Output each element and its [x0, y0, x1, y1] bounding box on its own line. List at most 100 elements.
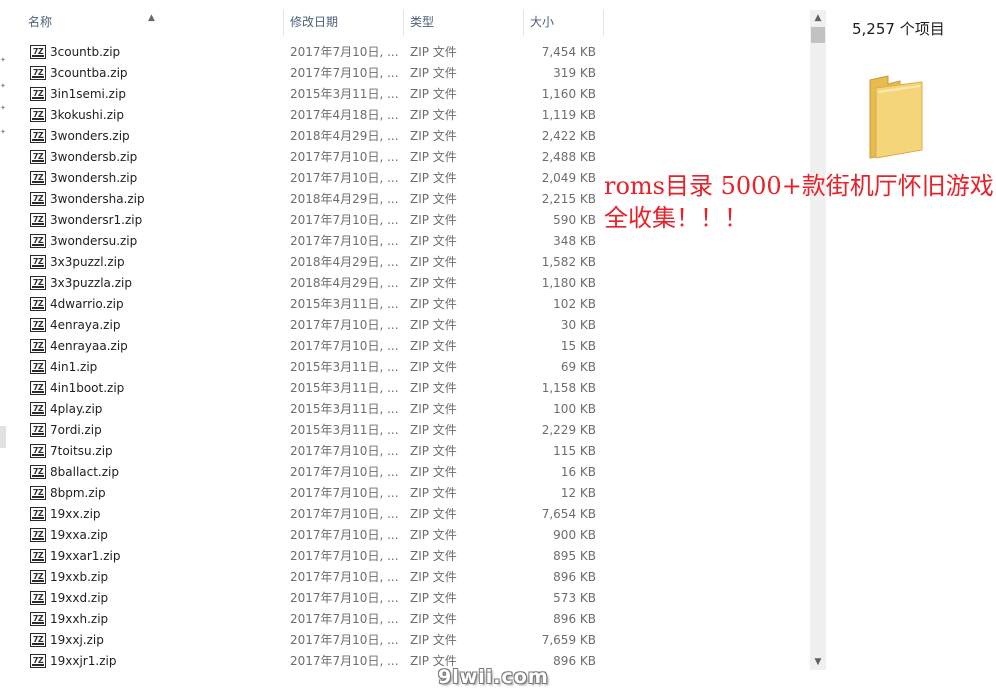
column-header-name[interactable]: 名称 ▲ [10, 9, 284, 36]
file-type: ZIP 文件 [410, 507, 457, 521]
scrollbar-thumb[interactable] [811, 27, 825, 43]
7zip-archive-icon: 7Z [30, 171, 46, 185]
file-size: 2,229 KB [541, 423, 596, 437]
file-row[interactable]: 7Z 3kokushi.zip 2017年4月18日, ... ZIP 文件 1,119… [10, 105, 810, 126]
file-type: ZIP 文件 [410, 192, 457, 206]
file-modified-date: 2017年7月10日, ... [290, 507, 399, 521]
pin-icon[interactable]: ✦ [0, 82, 6, 90]
column-header-name-label: 名称 [28, 15, 53, 29]
scroll-up-arrow-icon[interactable]: ▲ [810, 10, 826, 26]
7zip-archive-icon: 7Z [30, 423, 46, 437]
scroll-down-arrow-icon[interactable]: ▼ [810, 654, 826, 670]
file-row[interactable]: 7Z 19xx.zip 2017年7月10日, ... ZIP 文件 7,654 KB [10, 504, 810, 525]
file-name: 19xxd.zip [50, 591, 109, 605]
column-header-date[interactable]: 修改日期 [284, 9, 404, 36]
file-row[interactable]: 7Z 19xxar1.zip 2017年7月10日, ... ZIP 文件 895 KB [10, 546, 810, 567]
file-name: 3wondersr1.zip [50, 213, 143, 227]
7zip-archive-icon: 7Z [30, 318, 46, 332]
column-header-size[interactable]: 大小 [524, 9, 604, 36]
file-type: ZIP 文件 [410, 234, 457, 248]
7zip-archive-icon: 7Z [30, 381, 46, 395]
file-row[interactable]: 7Z 3x3puzzl.zip 2018年4月29日, ... ZIP 文件 1,582… [10, 252, 810, 273]
file-list-scrollbar[interactable]: ▲ ▼ [810, 10, 826, 670]
file-row[interactable]: 7Z 4enrayaa.zip 2017年7月10日, ... ZIP 文件 15 KB [10, 336, 810, 357]
file-row[interactable]: 7Z 3countb.zip 2017年7月10日, ... ZIP 文件 7,454 … [10, 42, 810, 63]
file-row[interactable]: 7Z 19xxh.zip 2017年7月10日, ... ZIP 文件 896 KB [10, 609, 810, 630]
file-row[interactable]: 7Z 7toitsu.zip 2017年7月10日, ... ZIP 文件 115 KB [10, 441, 810, 462]
folder-front-shape [875, 81, 923, 159]
file-size: 2,049 KB [541, 171, 596, 185]
file-name: 19xxjr1.zip [50, 654, 117, 668]
file-name: 3wondersha.zip [50, 192, 145, 206]
file-row[interactable]: 7Z 19xxa.zip 2017年7月10日, ... ZIP 文件 900 KB [10, 525, 810, 546]
file-size: 100 KB [553, 402, 596, 416]
file-type: ZIP 文件 [410, 633, 457, 647]
file-row[interactable]: 7Z 4play.zip 2015年3月11日, ... ZIP 文件 100 KB [10, 399, 810, 420]
file-modified-date: 2017年7月10日, ... [290, 66, 399, 80]
file-modified-date: 2018年4月29日, ... [290, 255, 399, 269]
file-type: ZIP 文件 [410, 465, 457, 479]
file-modified-date: 2017年7月10日, ... [290, 444, 399, 458]
navigation-scroll-thumb[interactable] [0, 426, 6, 448]
7zip-archive-icon: 7Z [30, 654, 46, 668]
file-name: 3x3puzzl.zip [50, 255, 125, 269]
7zip-archive-icon: 7Z [30, 255, 46, 269]
file-size: 1,582 KB [541, 255, 596, 269]
file-type: ZIP 文件 [410, 45, 457, 59]
file-modified-date: 2017年7月10日, ... [290, 234, 399, 248]
file-row[interactable]: 7Z 8ballact.zip 2017年7月10日, ... ZIP 文件 16 KB [10, 462, 810, 483]
file-row[interactable]: 7Z 4in1.zip 2015年3月11日, ... ZIP 文件 69 KB [10, 357, 810, 378]
file-name: 3wondersu.zip [50, 234, 138, 248]
7zip-archive-icon: 7Z [30, 465, 46, 479]
file-size: 30 KB [560, 318, 596, 332]
file-row[interactable]: 7Z 8bpm.zip 2017年7月10日, ... ZIP 文件 12 KB [10, 483, 810, 504]
file-row[interactable]: 7Z 19xxj.zip 2017年7月10日, ... ZIP 文件 7,659 KB [10, 630, 810, 651]
file-row[interactable]: 7Z 4enraya.zip 2017年7月10日, ... ZIP 文件 30 KB [10, 315, 810, 336]
file-type: ZIP 文件 [410, 528, 457, 542]
7zip-archive-icon: 7Z [30, 87, 46, 101]
file-type: ZIP 文件 [410, 612, 457, 626]
file-size: 115 KB [553, 444, 596, 458]
column-header-type[interactable]: 类型 [404, 9, 524, 36]
file-modified-date: 2017年7月10日, ... [290, 339, 399, 353]
7zip-archive-icon: 7Z [30, 402, 46, 416]
file-row[interactable]: 7Z 3wonders.zip 2018年4月29日, ... ZIP 文件 2,422… [10, 126, 810, 147]
file-size: 7,659 KB [541, 633, 596, 647]
file-modified-date: 2015年3月11日, ... [290, 87, 399, 101]
file-row[interactable]: 7Z 19xxd.zip 2017年7月10日, ... ZIP 文件 573 KB [10, 588, 810, 609]
file-row[interactable]: 7Z 4in1boot.zip 2015年3月11日, ... ZIP 文件 1,158… [10, 378, 810, 399]
file-row[interactable]: 7Z 3countba.zip 2017年7月10日, ... ZIP 文件 319 K… [10, 63, 810, 84]
file-type: ZIP 文件 [410, 360, 457, 374]
file-row[interactable]: 7Z 3wondersu.zip 2017年7月10日, ... ZIP 文件 348 … [10, 231, 810, 252]
7zip-archive-icon: 7Z [30, 633, 46, 647]
file-modified-date: 2018年4月29日, ... [290, 129, 399, 143]
file-size: 15 KB [560, 339, 596, 353]
file-type: ZIP 文件 [410, 339, 457, 353]
7zip-archive-icon: 7Z [30, 150, 46, 164]
pin-icon[interactable]: ✦ [0, 56, 6, 64]
file-row[interactable]: 7Z 19xxjr1.zip 2017年7月10日, ... ZIP 文件 896 KB [10, 651, 810, 672]
promo-overlay-text: roms目录 5000+款街机厅怀旧游戏全收集！！！ [604, 172, 994, 232]
file-type: ZIP 文件 [410, 87, 457, 101]
file-row[interactable]: 7Z 3x3puzzla.zip 2018年4月29日, ... ZIP 文件 1,18… [10, 273, 810, 294]
file-row[interactable]: 7Z 7ordi.zip 2015年3月11日, ... ZIP 文件 2,229 KB [10, 420, 810, 441]
file-modified-date: 2017年7月10日, ... [290, 633, 399, 647]
column-header-date-label: 修改日期 [290, 15, 339, 29]
file-row[interactable]: 7Z 4dwarrio.zip 2015年3月11日, ... ZIP 文件 102 K… [10, 294, 810, 315]
file-row[interactable]: 7Z 19xxb.zip 2017年7月10日, ... ZIP 文件 896 KB [10, 567, 810, 588]
pin-icon[interactable]: ✦ [0, 104, 6, 112]
file-type: ZIP 文件 [410, 549, 457, 563]
file-list: 7Z 3countb.zip 2017年7月10日, ... ZIP 文件 7,454 … [10, 42, 810, 672]
file-name: 4play.zip [50, 402, 103, 416]
file-size: 348 KB [553, 234, 596, 248]
file-row[interactable]: 7Z 3wondersb.zip 2017年7月10日, ... ZIP 文件 2,48… [10, 147, 810, 168]
file-type: ZIP 文件 [410, 423, 457, 437]
file-modified-date: 2018年4月29日, ... [290, 192, 399, 206]
file-size: 102 KB [553, 297, 596, 311]
file-row[interactable]: 7Z 3in1semi.zip 2015年3月11日, ... ZIP 文件 1,160… [10, 84, 810, 105]
file-type: ZIP 文件 [410, 150, 457, 164]
file-size: 1,160 KB [541, 87, 596, 101]
pin-icon[interactable]: ✦ [0, 128, 6, 136]
file-modified-date: 2015年3月11日, ... [290, 381, 399, 395]
sort-up-arrow-icon: ▲ [148, 13, 155, 23]
